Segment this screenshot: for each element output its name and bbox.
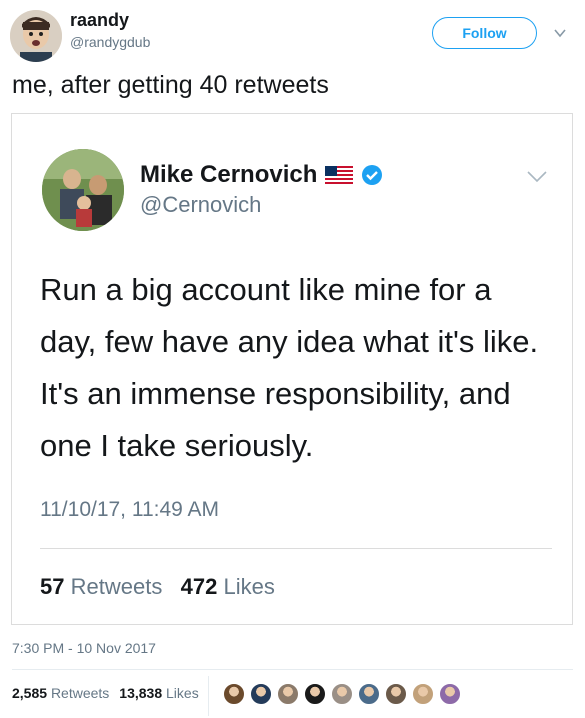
embedded-likes-count: 472 [180,574,218,599]
likes-label: Likes [166,685,199,701]
embedded-divider [40,548,552,549]
tweet-timestamp[interactable]: 7:30 PM - 10 Nov 2017 [12,640,156,656]
liker-avatar[interactable] [249,682,273,706]
liker-avatar[interactable] [276,682,300,706]
tweet-text: me, after getting 40 retweets [12,71,329,99]
embedded-timestamp: 11/10/17, 11:49 AM [40,498,220,521]
embedded-handle: @Cernovich [140,192,262,217]
liker-avatar[interactable] [411,682,435,706]
embedded-name-text: Mike Cernovich [140,161,318,188]
likes-count: 13,838 [119,685,163,701]
verified-badge-icon [362,165,383,185]
embedded-tweet-text: Run a big account like mine for a day, f… [40,272,539,463]
tweet-stats: 2,585 Retweets 13,838 Likes [12,685,199,701]
retweets-count: 2,585 [12,685,48,701]
user-name[interactable]: raandy [70,10,129,31]
user-handle[interactable]: @randygdub [70,34,150,50]
liker-avatar[interactable] [384,682,408,706]
liker-avatar[interactable] [303,682,327,706]
divider [12,669,573,670]
embedded-name: Mike Cernovich [140,161,383,189]
user-avatar[interactable] [10,10,62,62]
likers-avatars [222,682,462,706]
us-flag-icon [325,166,354,184]
likes-stat[interactable]: 13,838 Likes [119,685,198,701]
stats-separator [208,676,209,716]
liker-avatar[interactable] [330,682,354,706]
embedded-likes-label: Likes [223,574,275,599]
retweets-stat[interactable]: 2,585 Retweets [12,685,109,701]
retweets-label: Retweets [50,685,110,701]
embedded-retweets-count: 57 [40,574,65,599]
embedded-retweets-label: Retweets [70,574,163,599]
chevron-down-icon[interactable] [553,26,567,40]
embedded-avatar [42,149,124,231]
liker-avatar[interactable] [357,682,381,706]
embedded-tweet-image: Mike Cernovich @Cernovich Run a big acco… [11,113,573,625]
liker-avatar[interactable] [438,682,462,706]
follow-button[interactable]: Follow [432,17,537,49]
chevron-down-icon [527,171,547,183]
liker-avatar[interactable] [222,682,246,706]
embedded-stats: 57 Retweets 472 Likes [40,574,275,600]
